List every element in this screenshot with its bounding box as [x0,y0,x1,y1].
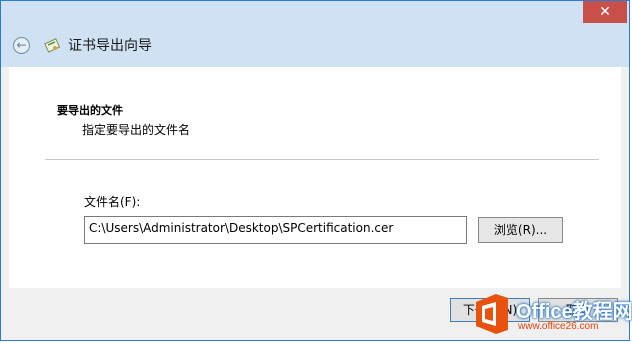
certificate-icon [44,38,60,53]
watermark: Office教程网 www.office26.com [470,289,632,339]
file-name-label: 文件名(F): [84,195,141,209]
close-button[interactable]: ✕ [583,1,627,23]
browse-button[interactable]: 浏览(R)... [478,217,563,243]
back-arrow-icon[interactable]: ← [13,37,30,54]
watermark-brand: Office教程网 [516,301,632,323]
watermark-url: www.office26.com [518,321,599,332]
page-heading: 要导出的文件 [57,104,123,117]
divider [45,159,599,160]
title-bar: ✕ ← 证书导出向导 [1,1,629,67]
file-name-input[interactable]: C:\Users\Administrator\Desktop\SPCertifi… [84,216,467,244]
wizard-title: 证书导出向导 [68,38,152,54]
page-subheading: 指定要导出的文件名 [82,123,191,137]
office-logo-icon [476,294,508,334]
content-panel [9,67,621,288]
